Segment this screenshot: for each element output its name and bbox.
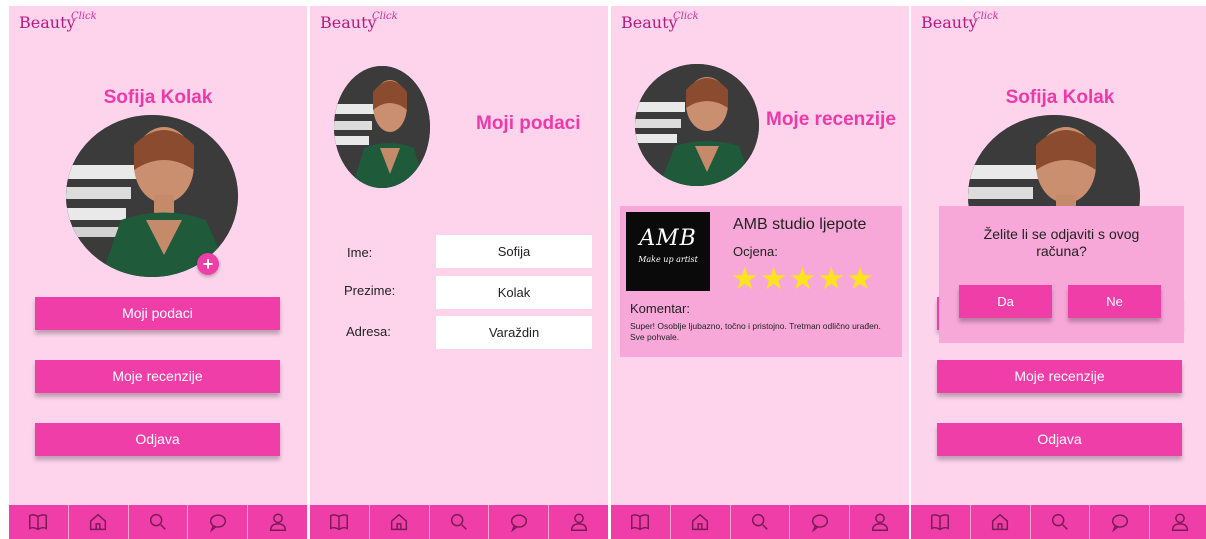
nav-chat[interactable] xyxy=(1089,505,1149,539)
book-icon xyxy=(29,514,48,531)
address-field[interactable]: Varaždin xyxy=(436,316,592,349)
my-reviews-screen: Beauty Click Moje recenzije AMB Make up … xyxy=(611,6,909,539)
nav-search[interactable] xyxy=(729,505,790,539)
logout-dialog: Želite li se odjaviti s ovog računa? Da … xyxy=(939,206,1184,343)
bottom-nav xyxy=(911,505,1206,539)
nav-chat[interactable] xyxy=(789,505,849,539)
book-icon xyxy=(330,514,349,531)
app-logo-sup: Click xyxy=(973,11,999,22)
last-name-field[interactable]: Kolak xyxy=(436,276,592,309)
section-title: Moje recenzije xyxy=(766,109,896,130)
avatar xyxy=(635,64,759,186)
comment-text: Super! Osoblje ljubazno, točno i pristoj… xyxy=(630,321,881,342)
nav-profile[interactable] xyxy=(1149,505,1206,539)
nav-search[interactable] xyxy=(127,505,188,539)
nav-book[interactable] xyxy=(911,505,970,539)
salon-logo-text: AMB xyxy=(639,226,697,251)
logout-button[interactable]: Odjava xyxy=(35,423,280,456)
app-logo-sup: Click xyxy=(372,11,398,22)
nav-chat[interactable] xyxy=(488,505,548,539)
profile-screen: Beauty Click Sofija Kolak + Moji podaci … xyxy=(9,6,307,539)
home-icon xyxy=(692,513,709,531)
user-icon xyxy=(1171,513,1188,531)
nav-chat[interactable] xyxy=(187,505,247,539)
home-icon xyxy=(391,513,408,531)
profile-name: Sofija Kolak xyxy=(103,87,213,108)
app-logo-sup: Click xyxy=(71,11,97,22)
salon-logo: AMB Make up artist xyxy=(626,212,710,291)
nav-book[interactable] xyxy=(9,505,68,539)
app-logo: Beauty xyxy=(921,13,978,32)
field-label-address: Adresa: xyxy=(346,324,391,339)
my-reviews-button[interactable]: Moje recenzije xyxy=(937,360,1182,393)
app-logo: Beauty xyxy=(621,13,678,32)
search-icon xyxy=(450,513,467,530)
user-icon xyxy=(269,513,286,531)
search-icon xyxy=(751,513,768,530)
star-icon: ★ xyxy=(788,261,817,296)
review-card: AMB Make up artist AMB studio ljepote Oc… xyxy=(620,206,902,357)
search-icon xyxy=(1051,513,1068,530)
avatar xyxy=(334,66,430,188)
first-name-field[interactable]: Sofija xyxy=(436,235,592,268)
nav-book[interactable] xyxy=(310,505,369,539)
book-icon xyxy=(931,514,950,531)
app-logo-sup: Click xyxy=(673,11,699,22)
avatar-photo xyxy=(635,64,759,186)
app-logo: Beauty xyxy=(320,13,377,32)
comment-label: Komentar: xyxy=(630,301,690,316)
my-reviews-button[interactable]: Moje recenzije xyxy=(35,360,280,393)
confirm-yes-button[interactable]: Da xyxy=(959,285,1052,318)
nav-home[interactable] xyxy=(669,505,730,539)
rating-label: Ocjena: xyxy=(733,244,778,259)
bottom-nav xyxy=(9,505,307,539)
star-icon: ★ xyxy=(759,261,788,296)
nav-search[interactable] xyxy=(1029,505,1090,539)
avatar xyxy=(66,115,238,277)
nav-profile[interactable] xyxy=(548,505,608,539)
field-label-last-name: Prezime: xyxy=(344,283,396,298)
nav-search[interactable] xyxy=(428,505,489,539)
rating-stars: ★ ★ ★ ★ ★ xyxy=(731,262,874,296)
book-icon xyxy=(631,514,650,531)
star-icon: ★ xyxy=(731,261,759,296)
salon-name: AMB studio ljepote xyxy=(733,216,867,233)
chat-icon xyxy=(209,514,226,533)
search-icon xyxy=(149,513,166,530)
logout-button[interactable]: Odjava xyxy=(937,423,1182,456)
bottom-nav xyxy=(310,505,608,539)
chat-icon xyxy=(1111,514,1128,533)
chat-icon xyxy=(510,514,527,533)
nav-profile[interactable] xyxy=(247,505,307,539)
add-photo-button[interactable]: + xyxy=(197,253,219,275)
nav-home[interactable] xyxy=(368,505,429,539)
user-icon xyxy=(871,513,888,531)
app-logo: Beauty xyxy=(19,13,76,32)
avatar-photo xyxy=(334,66,430,188)
my-data-button[interactable]: Moji podaci xyxy=(35,297,280,330)
home-icon xyxy=(992,513,1009,531)
dialog-message: Želite li se odjaviti s ovog računa? xyxy=(983,226,1140,259)
profile-name: Sofija Kolak xyxy=(1005,87,1115,108)
nav-profile[interactable] xyxy=(849,505,909,539)
confirm-no-button[interactable]: Ne xyxy=(1068,285,1161,318)
nav-book[interactable] xyxy=(611,505,670,539)
star-icon: ★ xyxy=(817,261,846,296)
my-data-screen: Beauty Click Moji podaci Ime: Sofija Pre… xyxy=(310,6,608,539)
avatar-photo xyxy=(66,115,238,277)
user-icon xyxy=(570,513,587,531)
field-label-first-name: Ime: xyxy=(347,245,373,260)
bottom-nav xyxy=(611,505,909,539)
salon-logo-subtext: Make up artist xyxy=(638,255,698,264)
logout-screen: Beauty Click Sofija Kolak Moje recenzije… xyxy=(911,6,1206,539)
nav-home[interactable] xyxy=(969,505,1030,539)
nav-home[interactable] xyxy=(67,505,128,539)
section-title: Moji podaci xyxy=(476,113,581,134)
star-icon: ★ xyxy=(846,261,874,296)
chat-icon xyxy=(811,514,828,533)
home-icon xyxy=(90,513,107,531)
